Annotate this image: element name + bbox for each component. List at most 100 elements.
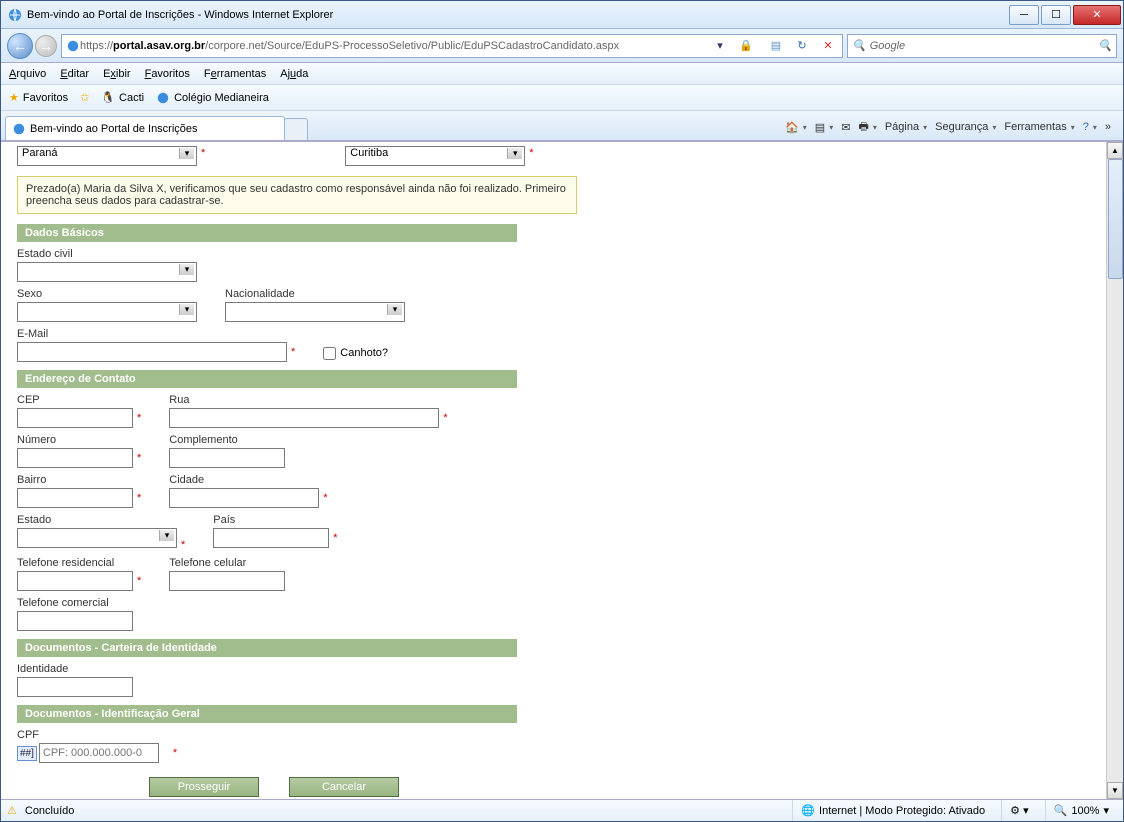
back-button[interactable]: ← [7,33,33,59]
label-tel-res: Telefone residencial [17,557,141,569]
input-pais[interactable] [213,528,329,548]
button-prosseguir[interactable]: Prosseguir [149,777,259,797]
star-plus-icon: ✩ [80,91,89,104]
new-tab-button[interactable] [284,118,308,140]
address-bar[interactable]: https://portal.asav.org.br/corpore.net/S… [61,34,843,58]
label-complemento: Complemento [169,434,285,446]
print-button[interactable]: 🖶 [858,118,876,137]
feeds-button[interactable]: ▤ [815,121,833,134]
menu-arquivo[interactable]: Arquivo [9,68,46,80]
scroll-down-icon[interactable]: ▼ [1107,782,1123,799]
close-button[interactable]: ✕ [1073,5,1121,25]
tools-menu[interactable]: Ferramentas [1004,121,1074,133]
stop-button[interactable]: ✕ [818,39,838,52]
scroll-up-icon[interactable]: ▲ [1107,142,1123,159]
cacti-icon: 🐧 [101,91,115,104]
input-rua[interactable] [169,408,439,428]
input-complemento[interactable] [169,448,285,468]
maximize-button[interactable]: ☐ [1041,5,1071,25]
forward-button[interactable]: → [35,35,57,57]
button-cancelar[interactable]: Cancelar [289,777,399,797]
search-go-icon[interactable]: 🔍 [1098,39,1112,52]
notice-box: Prezado(a) Maria da Silva X, verificamos… [17,176,577,214]
tab-title: Bem-vindo ao Portal de Inscrições [30,123,198,135]
scrollbar[interactable]: ▲ ▼ [1106,142,1123,799]
zoom-control[interactable]: 🔍 100% ▾ [1045,800,1117,821]
page-menu[interactable]: Página [885,121,927,133]
input-tel-com[interactable] [17,611,133,631]
readmail-button[interactable]: ✉ [841,121,850,134]
input-email[interactable] [17,342,287,362]
ie-tab-icon [12,122,26,136]
favorites-button[interactable]: ★Favoritos [9,91,68,104]
label-cpf: CPF [17,729,177,741]
input-tel-res[interactable] [17,571,133,591]
input-bairro[interactable] [17,488,133,508]
label-tel-cel: Telefone celular [169,557,285,569]
fav-cacti[interactable]: 🐧Cacti [101,91,144,104]
warning-icon: ⚠ [7,804,17,817]
content-area: Paraná* Curitiba* Prezado(a) Maria da Si… [1,141,1123,799]
section-dados-basicos: Dados Básicos [17,224,517,242]
menu-ajuda[interactable]: Ajuda [280,68,308,80]
expand-icon[interactable]: » [1105,121,1111,133]
menu-favoritos[interactable]: Favoritos [145,68,190,80]
page-body: Paraná* Curitiba* Prezado(a) Maria da Si… [9,142,1103,799]
search-provider-icon: 🔍 [852,39,866,52]
select-nacionalidade[interactable] [225,302,405,322]
menu-editar[interactable]: Editar [60,68,89,80]
input-cpf[interactable] [39,743,159,763]
search-box[interactable]: 🔍 Google 🔍 [847,34,1117,58]
input-numero[interactable] [17,448,133,468]
ie-page-icon [66,39,80,53]
input-identidade[interactable] [17,677,133,697]
label-estado: Estado [17,514,185,526]
label-estado-civil: Estado civil [17,248,197,260]
minimize-button[interactable]: ─ [1009,5,1039,25]
select-sexo[interactable] [17,302,197,322]
tab-bar: Bem-vindo ao Portal de Inscrições 🏠 ▤ ✉ … [1,111,1123,141]
label-nacionalidade: Nacionalidade [225,288,405,300]
select-estado[interactable] [17,528,177,548]
label-cidade: Cidade [169,474,327,486]
status-text: Concluído [25,805,75,817]
label-numero: Número [17,434,141,446]
home-button[interactable]: 🏠 [785,121,807,134]
url-text: https://portal.asav.org.br/corpore.net/S… [80,40,704,52]
scroll-thumb[interactable] [1108,159,1123,279]
navbar: ← → https://portal.asav.org.br/corpore.n… [1,29,1123,63]
section-endereco: Endereço de Contato [17,370,517,388]
menu-ferramentas[interactable]: Ferramentas [204,68,266,80]
add-favorite-button[interactable]: ✩ [80,91,89,104]
menubar: Arquivo Editar Exibir Favoritos Ferramen… [1,63,1123,85]
protected-mode-toggle[interactable]: ⚙ ▾ [1001,800,1036,821]
star-icon: ★ [9,91,19,104]
security-menu[interactable]: Segurança [935,121,996,133]
refresh-button[interactable]: ↻ [792,39,812,52]
search-placeholder: Google [870,40,905,52]
menu-exibir[interactable]: Exibir [103,68,131,80]
compat-icon[interactable]: ▤ [766,39,786,52]
fav-medianeira[interactable]: Colégio Medianeira [156,91,269,105]
help-button[interactable]: ? [1083,121,1097,133]
label-cep: CEP [17,394,141,406]
input-cidade[interactable] [169,488,319,508]
label-identidade: Identidade [17,663,133,675]
statusbar: ⚠ Concluído 🌐Internet | Modo Protegido: … [1,799,1123,821]
section-doc-identidade: Documentos - Carteira de Identidade [17,639,517,657]
globe-icon: 🌐 [801,804,815,817]
input-tel-cel[interactable] [169,571,285,591]
ie-window: Bem-vindo ao Portal de Inscrições - Wind… [0,0,1124,822]
select-estado-civil[interactable] [17,262,197,282]
favorites-bar: ★Favoritos ✩ 🐧Cacti Colégio Medianeira [1,85,1123,111]
select-cidade-top[interactable]: Curitiba [345,146,525,166]
cpf-mask-badge: ##] [17,746,37,761]
dropdown-icon[interactable]: ▾ [710,39,730,52]
label-email: E-Mail [17,328,295,340]
checkbox-canhoto[interactable] [323,347,336,360]
lock-icon: 🔒 [736,39,756,52]
input-cep[interactable] [17,408,133,428]
label-bairro: Bairro [17,474,141,486]
tab-active[interactable]: Bem-vindo ao Portal de Inscrições [5,116,285,140]
select-estado-top[interactable]: Paraná [17,146,197,166]
